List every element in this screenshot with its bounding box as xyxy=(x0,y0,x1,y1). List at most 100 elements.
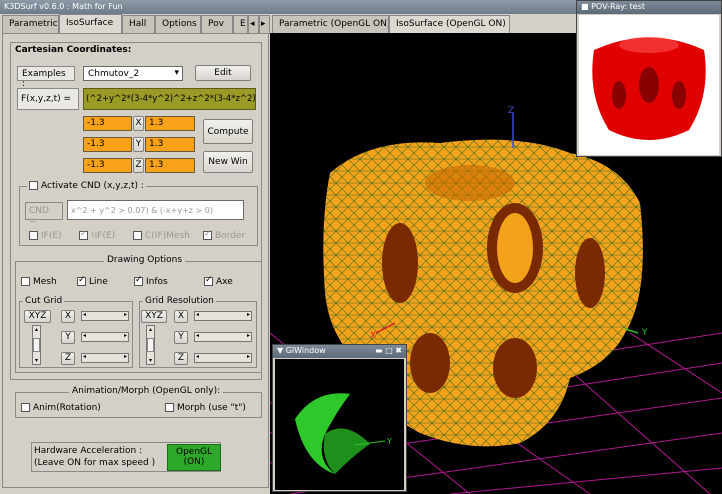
gl-window-icon: ▼ xyxy=(277,346,286,355)
left-arrow-icon: ◂ xyxy=(196,332,200,339)
gl-window[interactable]: ▼ GlWindow ▬ □ ✖ Y xyxy=(272,344,407,492)
cif-mesh-checkbox[interactable]: C(IF)Mesh xyxy=(133,231,190,241)
close-icon[interactable]: ✖ xyxy=(395,346,402,355)
y-min-input[interactable]: -1.3 xyxy=(83,137,132,152)
axis-y-label: Y xyxy=(641,328,648,338)
gl-window-render: Y xyxy=(295,393,392,474)
tab-hall[interactable]: Hall xyxy=(122,15,155,34)
slider-thumb[interactable] xyxy=(147,338,154,352)
x-min-input[interactable]: -1.3 xyxy=(83,116,132,131)
z-min-input[interactable]: -1.3 xyxy=(83,158,132,173)
function-input[interactable]: (^2+y^2*(3-4*y^2)^2+z^2*(3-4*z^2)^2) -3 xyxy=(83,88,256,110)
new-window-button[interactable]: New Win xyxy=(203,151,253,173)
axis-x-label: X xyxy=(370,331,376,341)
cif-mesh-check-icon xyxy=(133,231,142,240)
grid-resolution-title: Grid Resolution xyxy=(143,296,216,306)
up-arrow-icon: ▴ xyxy=(34,326,38,333)
line-check-icon xyxy=(77,275,86,286)
cut-y-slider[interactable]: ◂ ▸ xyxy=(81,332,129,342)
res-x-slider[interactable]: ◂ ▸ xyxy=(194,311,252,321)
z-max-input[interactable]: 1.3 xyxy=(145,158,195,173)
x-max-input[interactable]: 1.3 xyxy=(145,116,195,131)
tab-scroll-right-button[interactable]: ▸ xyxy=(259,15,270,34)
drawing-options-title: Drawing Options xyxy=(104,255,186,265)
if-checkbox[interactable]: IF(E) xyxy=(29,231,62,241)
morph-checkbox[interactable]: Morph (use "t") xyxy=(165,403,246,413)
compute-button[interactable]: Compute xyxy=(203,119,253,144)
tab-scroll-left-button[interactable]: ◂ xyxy=(248,15,259,34)
z-axis-button[interactable]: Z xyxy=(133,158,144,173)
cut-y-button[interactable]: Y xyxy=(61,331,75,344)
infos-check-icon xyxy=(134,275,143,286)
morph-label: Morph (use "t") xyxy=(177,403,246,413)
opengl-toggle-button[interactable]: OpenGL (ON) xyxy=(167,444,221,471)
not-if-checkbox[interactable]: !IF(E) xyxy=(79,229,115,241)
cut-x-button[interactable]: X xyxy=(61,310,75,323)
right-arrow-icon: ▸ xyxy=(123,311,127,318)
y-axis-button[interactable]: Y xyxy=(133,137,144,152)
cut-z-button[interactable]: Z xyxy=(61,352,75,365)
cartesian-title: Cartesian Coordinates: xyxy=(15,45,132,55)
cut-z-slider[interactable]: ◂ ▸ xyxy=(81,353,129,363)
cut-xyz-button[interactable]: XYZ xyxy=(24,310,51,323)
anim-rotation-checkbox[interactable]: Anim(Rotation) xyxy=(21,403,101,413)
tab-pov[interactable]: Pov xyxy=(201,15,233,34)
line-checkbox[interactable]: Line xyxy=(77,275,108,287)
tab-isosurface-opengl[interactable]: IsoSurface (OpenGL ON) xyxy=(389,15,510,34)
activate-cnd-checkbox[interactable]: Activate CND (x,y,z,t) : xyxy=(27,181,146,191)
res-z-button[interactable]: Z xyxy=(174,352,188,365)
hardware-label-line1: Hardware Acceleration : xyxy=(34,446,143,456)
gl-window-titlebar[interactable]: ▼ GlWindow ▬ □ ✖ xyxy=(273,345,406,358)
tab-e[interactable]: E xyxy=(233,15,248,34)
povray-titlebar[interactable]: ■ POV-Ray: test xyxy=(577,1,721,14)
edit-button[interactable]: Edit xyxy=(195,65,251,81)
infos-checkbox[interactable]: Infos xyxy=(134,275,168,287)
y-max-input[interactable]: 1.3 xyxy=(145,137,195,152)
tab-parametric[interactable]: Parametric xyxy=(2,15,59,34)
cut-grid-vertical-slider[interactable]: ▴ ▾ xyxy=(32,325,41,365)
cut-x-slider[interactable]: ◂ ▸ xyxy=(81,311,129,321)
cnd-input[interactable]: x^2 + y^2 > 0.07) & (-x+y+z > 0) xyxy=(67,200,244,220)
res-xyz-button[interactable]: XYZ xyxy=(141,310,167,323)
mesh-label: Mesh xyxy=(33,277,57,287)
res-z-slider[interactable]: ◂ ▸ xyxy=(194,353,252,363)
grid-res-vertical-slider[interactable]: ▴ ▾ xyxy=(146,325,155,365)
tab-options[interactable]: Options xyxy=(155,15,201,34)
maximize-icon[interactable]: □ xyxy=(385,346,393,355)
minimize-icon[interactable]: ▬ xyxy=(375,346,383,355)
infos-label: Infos xyxy=(146,277,168,287)
opengl-button-line1: OpenGL xyxy=(175,447,213,457)
axe-checkbox[interactable]: Axe xyxy=(204,275,233,287)
border-checkbox[interactable]: Border xyxy=(203,229,245,241)
povray-window[interactable]: ■ POV-Ray: test xyxy=(576,0,722,157)
res-y-button[interactable]: Y xyxy=(174,331,188,344)
cnd-label: CND = xyxy=(25,202,63,226)
right-arrow-icon: ▸ xyxy=(123,353,127,360)
gl-axis-y-label: Y xyxy=(386,437,392,446)
cif-mesh-label: C(IF)Mesh xyxy=(145,231,190,241)
activate-cnd-check-icon xyxy=(29,181,38,190)
res-x-button[interactable]: X xyxy=(174,310,188,323)
povray-title: POV-Ray: test xyxy=(591,2,646,11)
axe-label: Axe xyxy=(216,277,233,287)
res-y-slider[interactable]: ◂ ▸ xyxy=(194,332,252,342)
right-arrow-icon: ▸ xyxy=(246,353,250,360)
x-axis-button[interactable]: X xyxy=(133,116,144,131)
down-arrow-icon: ▾ xyxy=(34,357,38,364)
mesh-check-icon xyxy=(21,277,30,286)
axis-z-label: Z xyxy=(508,106,514,116)
mesh-checkbox[interactable]: Mesh xyxy=(21,277,57,287)
axis-y xyxy=(624,328,639,334)
povray-icon: ■ xyxy=(581,2,589,11)
not-if-check-icon xyxy=(79,229,88,240)
anim-rotation-label: Anim(Rotation) xyxy=(33,403,101,413)
down-arrow-icon: ▾ xyxy=(148,357,152,364)
left-arrow-icon: ◂ xyxy=(83,332,87,339)
tab-isosurface[interactable]: IsoSurface xyxy=(59,14,122,35)
f-label: F(x,y,z,t) = xyxy=(17,88,79,110)
slider-thumb[interactable] xyxy=(33,338,40,352)
tab-parametric-opengl[interactable]: Parametric (OpenGL ON) xyxy=(272,15,389,33)
examples-label: Examples : xyxy=(17,66,75,89)
examples-select[interactable]: Chmutov_2 ▾ xyxy=(83,66,183,81)
examples-value: Chmutov_2 xyxy=(88,69,140,79)
